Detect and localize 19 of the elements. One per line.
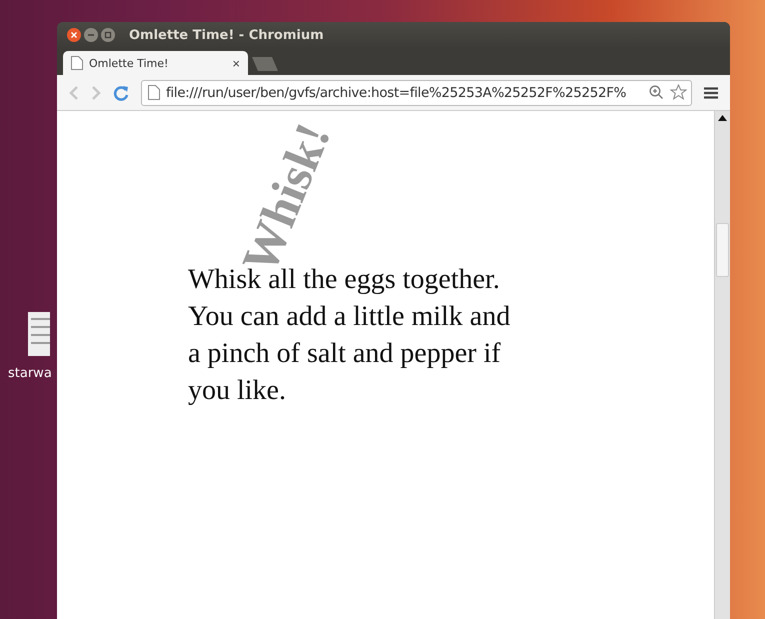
- scroll-up-icon[interactable]: [718, 115, 727, 121]
- new-tab-icon[interactable]: [252, 57, 278, 71]
- maximize-icon[interactable]: [101, 28, 115, 42]
- page-icon: [71, 56, 83, 70]
- browser-tab[interactable]: Omlette Time! ×: [63, 51, 248, 75]
- star-icon[interactable]: [670, 84, 687, 101]
- close-icon[interactable]: [67, 28, 81, 42]
- paragraph: Whisk all the eggs together. You can add a little milk and a pinch of salt and pepper if you like.: [188, 264, 512, 408]
- address-field[interactable]: file:///run/user/ben/gvfs/archive:host=file%25253A%25252F%25252F%: [141, 80, 692, 106]
- menu-icon[interactable]: [704, 86, 718, 98]
- reload-icon[interactable]: [113, 84, 129, 100]
- zoom-icon[interactable]: [649, 85, 664, 100]
- scrollbar-thumb[interactable]: [716, 223, 729, 277]
- window-title: Omlette Time! - Chromium: [129, 28, 324, 42]
- page-icon: [148, 85, 160, 100]
- file-icon[interactable]: [28, 312, 50, 356]
- tab-close-button[interactable]: ×: [232, 56, 240, 70]
- file-label[interactable]: starwa: [8, 366, 52, 381]
- scrollbar[interactable]: [714, 111, 730, 619]
